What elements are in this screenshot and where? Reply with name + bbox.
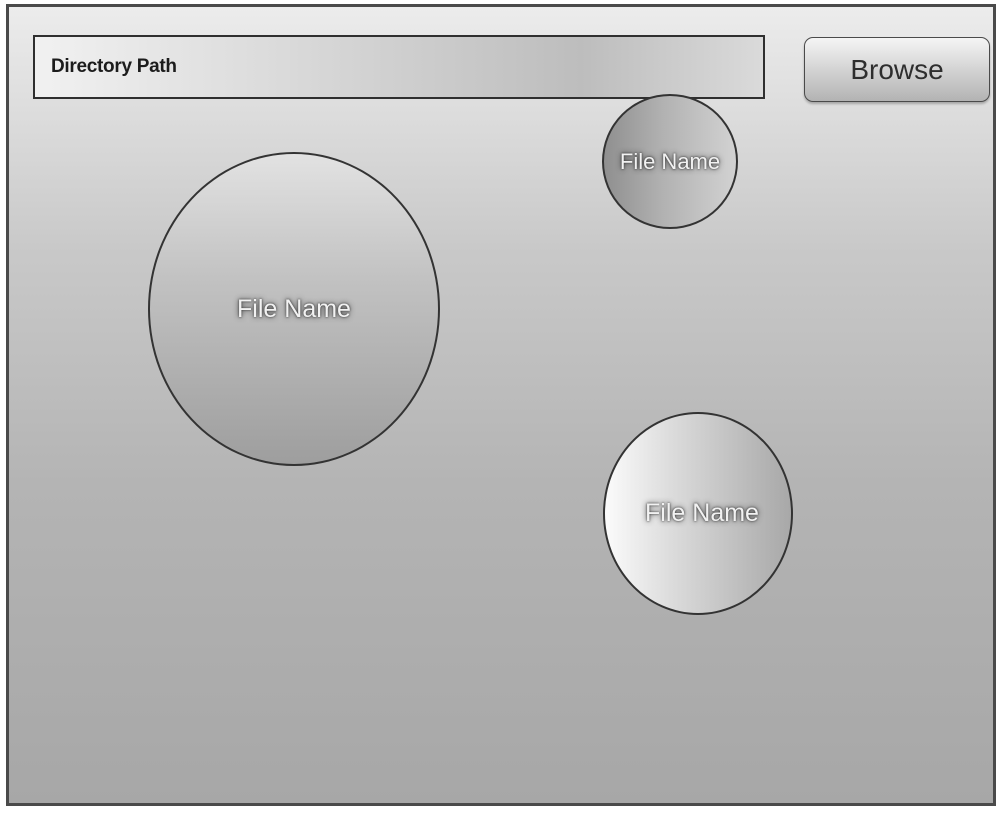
directory-path-input[interactable]: Directory Path	[33, 35, 765, 99]
app-window: Directory Path Browse File Name File Nam…	[6, 4, 996, 806]
file-bubble-large[interactable]: File Name	[148, 152, 440, 466]
file-bubble-medium[interactable]: File Name	[603, 412, 793, 615]
browse-button[interactable]: Browse	[804, 37, 990, 102]
directory-path-label: Directory Path	[51, 56, 177, 77]
file-name-label: File Name	[645, 499, 759, 527]
browse-button-label: Browse	[850, 53, 944, 85]
file-bubble-small[interactable]: File Name	[602, 94, 738, 229]
file-name-label: File Name	[237, 294, 351, 323]
file-name-label: File Name	[619, 148, 721, 174]
